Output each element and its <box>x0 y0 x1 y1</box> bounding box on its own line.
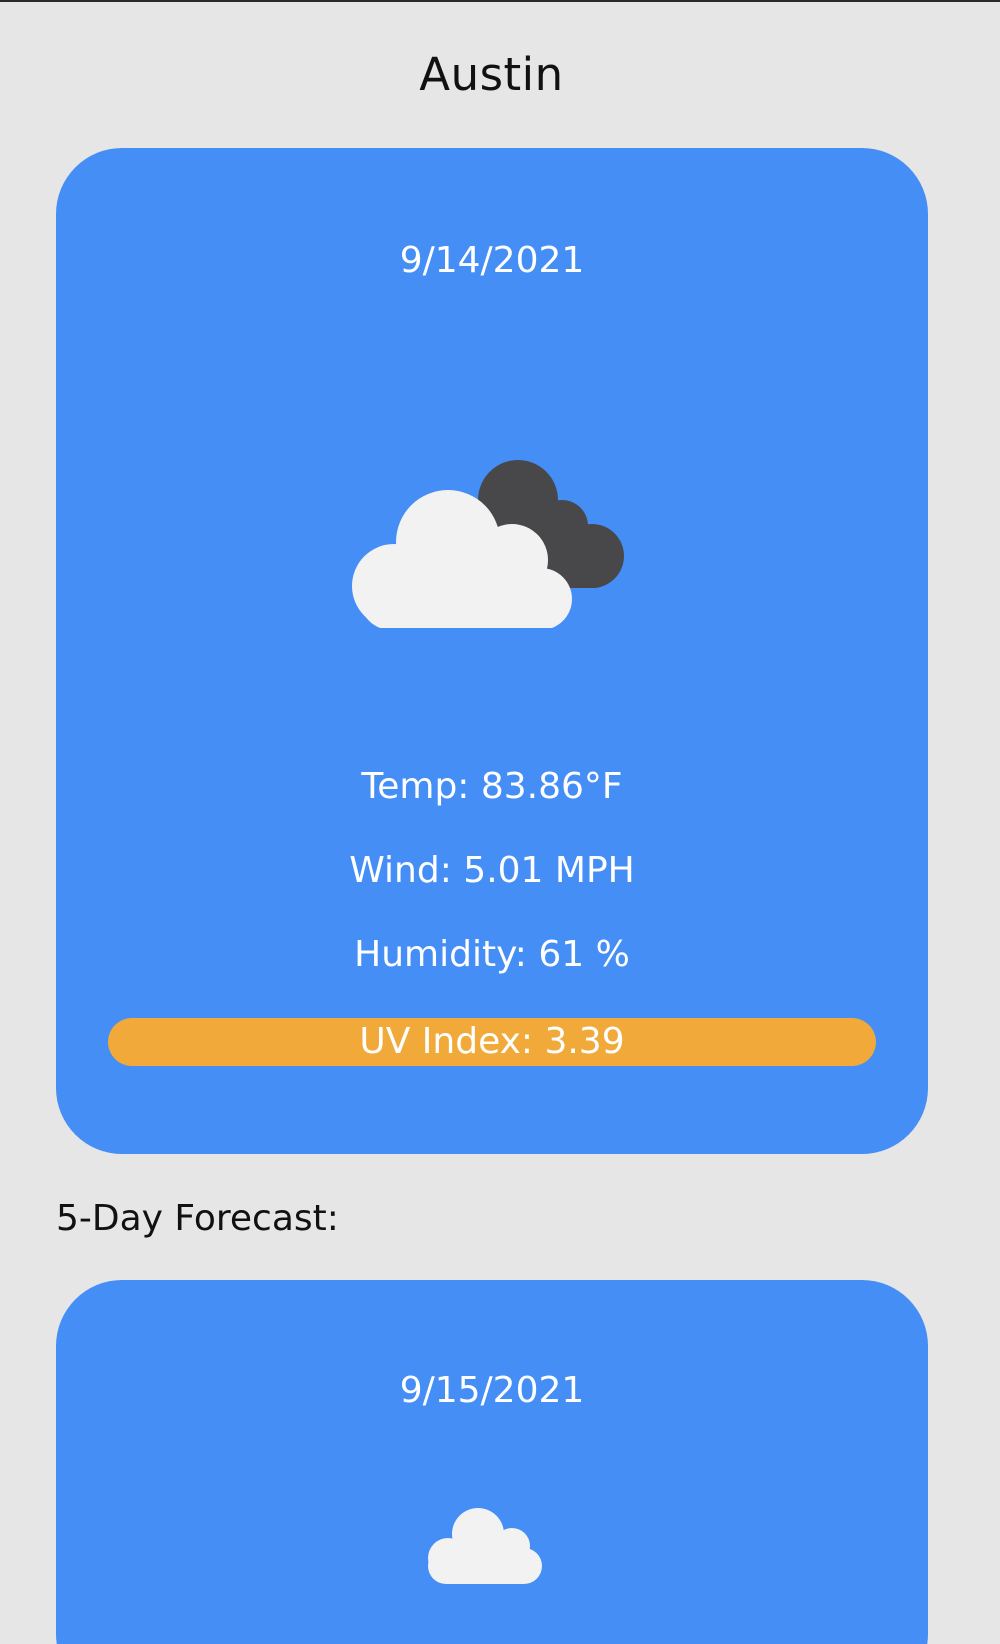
forecast-heading: 5-Day Forecast: <box>56 1198 339 1239</box>
humidity-value: Humidity: 61 % <box>354 934 630 975</box>
weather-page: Austin 9/14/2021 Temp: 83.86°F Wind: 5.0… <box>0 0 1000 1644</box>
cloud-icon <box>428 1508 542 1584</box>
current-date: 9/14/2021 <box>399 240 585 281</box>
current-weather-card: 9/14/2021 Temp: 83.86°F Wind: 5.01 MPH H… <box>56 148 928 1154</box>
forecast-card: 9/15/2021 <box>56 1280 928 1644</box>
temperature-value: Temp: 83.86°F <box>361 766 623 807</box>
uv-index-badge: UV Index: 3.39 <box>108 1018 876 1066</box>
forecast-date: 9/15/2021 <box>399 1370 585 1411</box>
wind-value: Wind: 5.01 MPH <box>349 850 635 891</box>
partly-cloudy-icon <box>352 460 624 628</box>
city-title: Austin <box>419 48 564 101</box>
